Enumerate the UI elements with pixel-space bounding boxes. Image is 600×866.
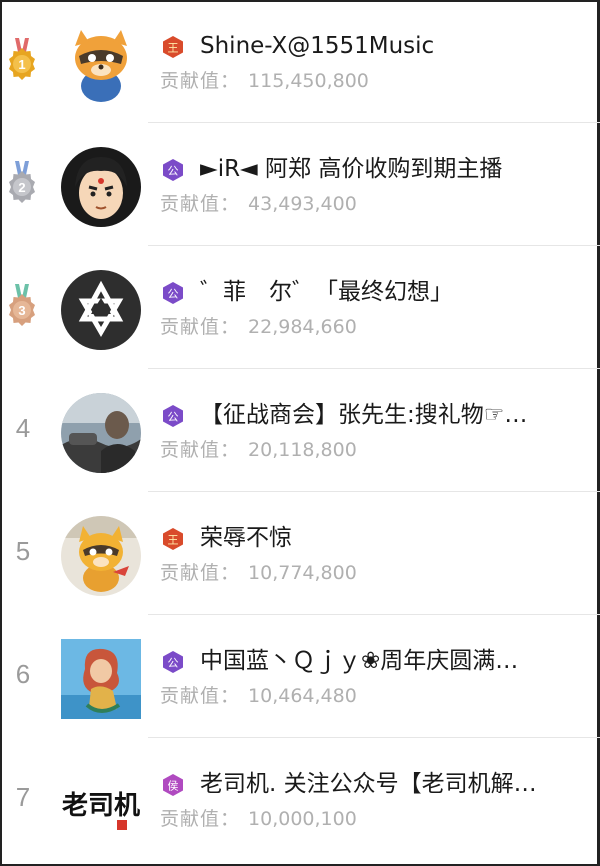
king-badge-icon: 王 — [163, 36, 183, 58]
contribution-value-line: 贡献值： 20,118,800 — [160, 437, 357, 463]
contribution-value-line: 贡献值： 115,450,800 — [160, 68, 369, 94]
badge-text: 公 — [168, 165, 179, 178]
contribution-value-line: 贡献值： 22,984,660 — [160, 314, 357, 340]
badge-text: 公 — [168, 411, 179, 424]
medal-rank-text: 1 — [18, 57, 25, 72]
contribution-value: 10,774,800 — [248, 562, 357, 584]
list-item-rank-4[interactable]: 4 公 【征战商会】张先生:搜礼物☞… 贡献值： 20,118,800 — [0, 369, 600, 492]
contribution-label: 贡献值： — [160, 316, 241, 338]
contribution-value-line: 贡献值： 10,464,480 — [160, 683, 357, 709]
calligraphy-logo-avatar-image: 老司机 — [61, 762, 141, 842]
badge-text: 王 — [168, 42, 179, 55]
contribution-ranking-list: 1 王 Shine-X@1551Music 贡献值： 115,450,800 2… — [0, 0, 600, 861]
contribution-value: 115,450,800 — [248, 70, 369, 92]
silver-medal-icon: 2 — [9, 161, 35, 203]
badge-text: 王 — [168, 534, 179, 547]
medal-rank-text: 2 — [18, 180, 25, 195]
rank-number: 4 — [15, 413, 31, 443]
avatar[interactable] — [61, 24, 141, 104]
raccoon-avatar-image — [61, 24, 141, 104]
badge-text: 公 — [168, 657, 179, 670]
avatar[interactable] — [61, 270, 141, 350]
rank-number: 7 — [15, 782, 31, 812]
contribution-value-line: 贡献值： 10,000,100 — [160, 806, 357, 832]
user-name: ゛菲 尔゛「最终幻想」 — [200, 279, 453, 305]
king-badge-icon: 王 — [163, 528, 183, 550]
user-name: ►iR◄ 阿郑 高价收购到期主播 — [200, 156, 503, 182]
avatar[interactable] — [61, 393, 141, 473]
gold-medal-icon: 1 — [9, 38, 35, 80]
photo-avatar-image — [61, 393, 141, 473]
contribution-value: 43,493,400 — [248, 193, 357, 215]
list-item-rank-2[interactable]: 2 公 ►iR◄ 阿郑 高价收购到期主播 贡献值： 43,493,400 — [0, 123, 600, 246]
list-item-rank-7[interactable]: 7 老司机 侯 老司机. 关注公众号【老司机解… 贡献值： 10,000,100 — [0, 738, 600, 861]
avatar[interactable] — [61, 147, 141, 227]
contribution-value-line: 贡献值： 10,774,800 — [160, 560, 357, 586]
medal-rank-text: 3 — [18, 303, 25, 318]
contribution-label: 贡献值： — [160, 685, 241, 707]
list-item-rank-5[interactable]: 5 王 荣辱不惊 贡献值： 10,774,800 — [0, 492, 600, 615]
avatar[interactable]: 老司机 — [61, 762, 141, 842]
user-name: 【征战商会】张先生:搜礼物☞… — [200, 402, 528, 428]
avatar[interactable] — [61, 516, 141, 596]
contribution-label: 贡献值： — [160, 193, 241, 215]
mermaid-illustration-avatar-image — [61, 639, 141, 719]
contribution-label: 贡献值： — [160, 808, 241, 830]
contribution-value: 20,118,800 — [248, 439, 357, 461]
duke-badge-icon: 公 — [163, 159, 183, 181]
user-name: 老司机. 关注公众号【老司机解… — [200, 771, 537, 797]
duke-badge-icon: 公 — [163, 405, 183, 427]
contribution-value: 10,000,100 — [248, 808, 357, 830]
list-item-rank-3[interactable]: 3 公 ゛菲 尔゛「最终幻想」 贡献值： 22,984,660 — [0, 246, 600, 369]
rank-number: 6 — [15, 659, 31, 689]
cartoon-boy-avatar-image — [61, 147, 141, 227]
list-item-rank-1[interactable]: 1 王 Shine-X@1551Music 贡献值： 115,450,800 — [0, 0, 600, 123]
hexagram-logo-avatar-image — [61, 270, 141, 350]
contribution-value-line: 贡献值： 43,493,400 — [160, 191, 357, 217]
contribution-label: 贡献值： — [160, 70, 241, 92]
list-item-rank-6[interactable]: 6 公 中国蓝丶Ｑｊｙ❀周年庆圆满… 贡献值： 10,464,480 — [0, 615, 600, 738]
duke-badge-icon: 公 — [163, 282, 183, 304]
badge-text: 侯 — [168, 779, 179, 793]
user-name: Shine-X@1551Music — [200, 33, 435, 59]
contribution-label: 贡献值： — [160, 562, 241, 584]
contribution-label: 贡献值： — [160, 439, 241, 461]
contribution-value: 10,464,480 — [248, 685, 357, 707]
raccoon-figure-avatar-image — [61, 516, 141, 596]
duke-badge-icon: 公 — [163, 651, 183, 673]
marquis-badge-icon: 侯 — [163, 774, 183, 796]
badge-text: 公 — [168, 288, 179, 301]
user-name: 荣辱不惊 — [200, 525, 292, 551]
bronze-medal-icon: 3 — [9, 284, 35, 326]
contribution-value: 22,984,660 — [248, 316, 357, 338]
calligraphy-logo-text: 老司机 — [62, 791, 140, 821]
rank-number: 5 — [15, 536, 31, 566]
user-name: 中国蓝丶Ｑｊｙ❀周年庆圆满… — [200, 648, 519, 674]
avatar[interactable] — [61, 639, 141, 719]
